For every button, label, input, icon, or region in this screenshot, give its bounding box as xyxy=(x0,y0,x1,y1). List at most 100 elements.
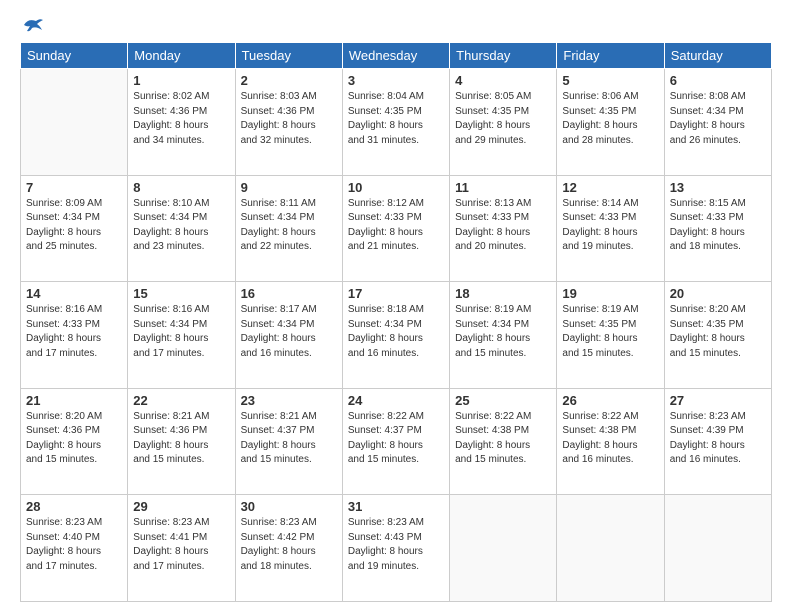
day-number: 13 xyxy=(670,180,766,195)
day-info: Sunrise: 8:21 AMSunset: 4:36 PMDaylight:… xyxy=(133,410,229,468)
day-number: 20 xyxy=(670,286,766,301)
calendar-cell: 10Sunrise: 8:12 AMSunset: 4:33 PMDayligh… xyxy=(342,175,449,282)
day-number: 18 xyxy=(455,286,551,301)
weekday-header-tuesday: Tuesday xyxy=(235,43,342,69)
day-info: Sunrise: 8:05 AMSunset: 4:35 PMDaylight:… xyxy=(455,90,551,148)
page: SundayMondayTuesdayWednesdayThursdayFrid… xyxy=(0,0,792,612)
day-number: 2 xyxy=(241,73,337,88)
weekday-header-sunday: Sunday xyxy=(21,43,128,69)
calendar-cell: 29 Sunrise: 8:23 AMSunset: 4:41 PMDayligh… xyxy=(128,495,235,602)
day-info: Sunrise: 8:02 AMSunset: 4:36 PMDaylight:… xyxy=(133,90,229,148)
day-number: 23 xyxy=(241,393,337,408)
day-info: Sunrise: 8:22 AMSunset: 4:38 PMDaylight:… xyxy=(562,410,658,468)
calendar: SundayMondayTuesdayWednesdayThursdayFrid… xyxy=(20,42,772,602)
day-info: Sunrise: 8:19 AMSunset: 4:35 PMDaylight:… xyxy=(562,303,658,361)
calendar-cell: 19 Sunrise: 8:19 AMSunset: 4:35 PMDayligh… xyxy=(557,282,664,389)
day-info: Sunrise: 8:14 AMSunset: 4:33 PMDaylight:… xyxy=(562,197,658,255)
day-number: 7 xyxy=(26,180,122,195)
weekday-header-wednesday: Wednesday xyxy=(342,43,449,69)
day-info: Sunrise: 8:20 AMSunset: 4:35 PMDaylight:… xyxy=(670,303,766,361)
day-number: 10 xyxy=(348,180,444,195)
day-info: Sunrise: 8:19 AMSunset: 4:34 PMDaylight:… xyxy=(455,303,551,361)
day-number: 17 xyxy=(348,286,444,301)
day-info: Sunrise: 8:17 AMSunset: 4:34 PMDaylight:… xyxy=(241,303,337,361)
day-info: Sunrise: 8:23 AMSunset: 4:40 PMDaylight:… xyxy=(26,516,122,574)
week-row-2: 7 Sunrise: 8:09 AMSunset: 4:34 PMDaylight… xyxy=(21,175,772,282)
logo-text xyxy=(20,16,44,34)
day-info: Sunrise: 8:16 AMSunset: 4:34 PMDaylight:… xyxy=(133,303,229,361)
logo xyxy=(20,16,44,34)
day-info: Sunrise: 8:03 AMSunset: 4:36 PMDaylight:… xyxy=(241,90,337,148)
calendar-cell xyxy=(664,495,771,602)
weekday-header-friday: Friday xyxy=(557,43,664,69)
day-number: 9 xyxy=(241,180,337,195)
logo-bird-icon xyxy=(22,16,44,34)
day-info: Sunrise: 8:09 AMSunset: 4:34 PMDaylight:… xyxy=(26,197,122,255)
calendar-cell: 25 Sunrise: 8:22 AMSunset: 4:38 PMDayligh… xyxy=(450,388,557,495)
day-info: Sunrise: 8:23 AMSunset: 4:41 PMDaylight:… xyxy=(133,516,229,574)
calendar-cell: 1 Sunrise: 8:02 AMSunset: 4:36 PMDaylight… xyxy=(128,69,235,176)
calendar-cell: 31 Sunrise: 8:23 AMSunset: 4:43 PMDayligh… xyxy=(342,495,449,602)
day-info: Sunrise: 8:23 AMSunset: 4:39 PMDaylight:… xyxy=(670,410,766,468)
day-info: Sunrise: 8:20 AMSunset: 4:36 PMDaylight:… xyxy=(26,410,122,468)
weekday-header-row: SundayMondayTuesdayWednesdayThursdayFrid… xyxy=(21,43,772,69)
day-info: Sunrise: 8:13 AMSunset: 4:33 PMDaylight:… xyxy=(455,197,551,255)
day-info: Sunrise: 8:18 AMSunset: 4:34 PMDaylight:… xyxy=(348,303,444,361)
calendar-cell: 4 Sunrise: 8:05 AMSunset: 4:35 PMDaylight… xyxy=(450,69,557,176)
day-number: 4 xyxy=(455,73,551,88)
calendar-cell: 11 Sunrise: 8:13 AMSunset: 4:33 PMDayligh… xyxy=(450,175,557,282)
day-info: Sunrise: 8:22 AMSunset: 4:38 PMDaylight:… xyxy=(455,410,551,468)
day-number: 5 xyxy=(562,73,658,88)
day-number: 31 xyxy=(348,499,444,514)
calendar-cell: 8Sunrise: 8:10 AMSunset: 4:34 PMDaylight… xyxy=(128,175,235,282)
week-row-4: 21 Sunrise: 8:20 AMSunset: 4:36 PMDayligh… xyxy=(21,388,772,495)
calendar-cell: 14 Sunrise: 8:16 AMSunset: 4:33 PMDayligh… xyxy=(21,282,128,389)
day-number: 1 xyxy=(133,73,229,88)
calendar-cell: 15 Sunrise: 8:16 AMSunset: 4:34 PMDayligh… xyxy=(128,282,235,389)
weekday-header-monday: Monday xyxy=(128,43,235,69)
day-number: 19 xyxy=(562,286,658,301)
day-number: 6 xyxy=(670,73,766,88)
day-number: 30 xyxy=(241,499,337,514)
week-row-1: 1 Sunrise: 8:02 AMSunset: 4:36 PMDaylight… xyxy=(21,69,772,176)
day-info: Sunrise: 8:21 AMSunset: 4:37 PMDaylight:… xyxy=(241,410,337,468)
calendar-cell: 23 Sunrise: 8:21 AMSunset: 4:37 PMDayligh… xyxy=(235,388,342,495)
week-row-3: 14 Sunrise: 8:16 AMSunset: 4:33 PMDayligh… xyxy=(21,282,772,389)
calendar-cell: 7 Sunrise: 8:09 AMSunset: 4:34 PMDaylight… xyxy=(21,175,128,282)
day-info: Sunrise: 8:04 AMSunset: 4:35 PMDaylight:… xyxy=(348,90,444,148)
calendar-cell: 9 Sunrise: 8:11 AMSunset: 4:34 PMDaylight… xyxy=(235,175,342,282)
day-number: 11 xyxy=(455,180,551,195)
day-number: 29 xyxy=(133,499,229,514)
calendar-cell: 16 Sunrise: 8:17 AMSunset: 4:34 PMDayligh… xyxy=(235,282,342,389)
header xyxy=(20,16,772,34)
day-number: 28 xyxy=(26,499,122,514)
day-number: 3 xyxy=(348,73,444,88)
day-info: Sunrise: 8:15 AMSunset: 4:33 PMDaylight:… xyxy=(670,197,766,255)
day-info: Sunrise: 8:22 AMSunset: 4:37 PMDaylight:… xyxy=(348,410,444,468)
week-row-5: 28 Sunrise: 8:23 AMSunset: 4:40 PMDayligh… xyxy=(21,495,772,602)
calendar-cell: 20 Sunrise: 8:20 AMSunset: 4:35 PMDayligh… xyxy=(664,282,771,389)
calendar-cell: 27 Sunrise: 8:23 AMSunset: 4:39 PMDayligh… xyxy=(664,388,771,495)
calendar-cell: 2 Sunrise: 8:03 AMSunset: 4:36 PMDaylight… xyxy=(235,69,342,176)
calendar-cell: 12Sunrise: 8:14 AMSunset: 4:33 PMDayligh… xyxy=(557,175,664,282)
day-number: 25 xyxy=(455,393,551,408)
calendar-cell: 24Sunrise: 8:22 AMSunset: 4:37 PMDayligh… xyxy=(342,388,449,495)
day-number: 8 xyxy=(133,180,229,195)
calendar-cell: 17 Sunrise: 8:18 AMSunset: 4:34 PMDayligh… xyxy=(342,282,449,389)
day-info: Sunrise: 8:23 AMSunset: 4:43 PMDaylight:… xyxy=(348,516,444,574)
day-info: Sunrise: 8:11 AMSunset: 4:34 PMDaylight:… xyxy=(241,197,337,255)
calendar-cell: 18 Sunrise: 8:19 AMSunset: 4:34 PMDayligh… xyxy=(450,282,557,389)
calendar-cell: 30Sunrise: 8:23 AMSunset: 4:42 PMDayligh… xyxy=(235,495,342,602)
day-number: 26 xyxy=(562,393,658,408)
day-number: 21 xyxy=(26,393,122,408)
calendar-cell xyxy=(21,69,128,176)
day-number: 16 xyxy=(241,286,337,301)
day-number: 14 xyxy=(26,286,122,301)
day-info: Sunrise: 8:16 AMSunset: 4:33 PMDaylight:… xyxy=(26,303,122,361)
weekday-header-saturday: Saturday xyxy=(664,43,771,69)
calendar-cell: 26 Sunrise: 8:22 AMSunset: 4:38 PMDayligh… xyxy=(557,388,664,495)
day-number: 15 xyxy=(133,286,229,301)
calendar-cell: 5Sunrise: 8:06 AMSunset: 4:35 PMDaylight… xyxy=(557,69,664,176)
calendar-cell: 22Sunrise: 8:21 AMSunset: 4:36 PMDayligh… xyxy=(128,388,235,495)
day-number: 27 xyxy=(670,393,766,408)
